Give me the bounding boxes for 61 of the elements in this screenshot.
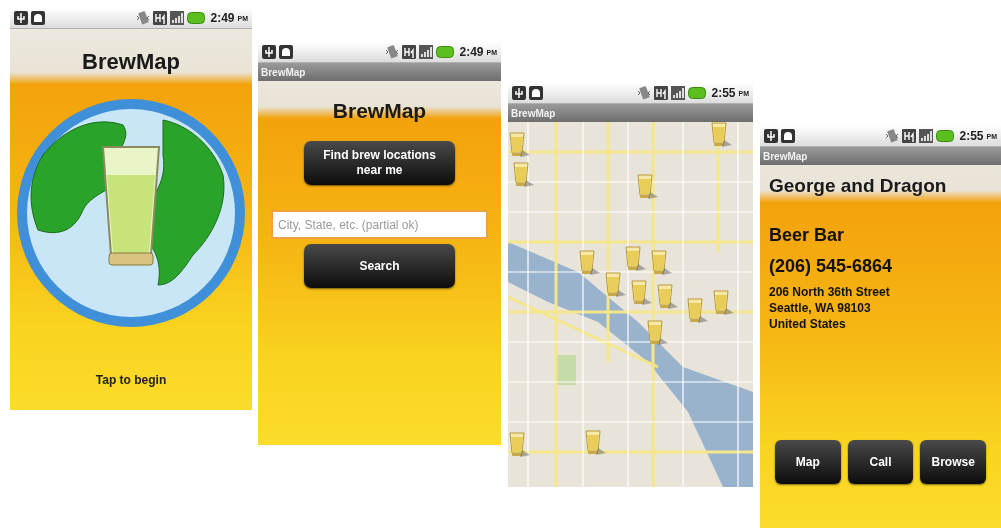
venue-name: George and Dragon [769, 174, 947, 199]
usb-icon [512, 86, 526, 100]
search-button[interactable]: Search [304, 244, 455, 288]
address-line: Seattle, WA 98103 [769, 300, 872, 316]
beer-glass-marker-icon[interactable] [630, 280, 654, 306]
signal-icon [919, 129, 934, 143]
usb-icon [764, 129, 778, 143]
notification-icon [781, 129, 795, 143]
action-button[interactable]: Map [775, 440, 841, 484]
clock-time: 2:55 [959, 128, 984, 145]
beer-glass-marker-icon[interactable] [584, 430, 608, 456]
beer-glass-marker-icon[interactable] [512, 162, 536, 188]
network-icon [153, 11, 168, 25]
beer-glass-marker-icon[interactable] [710, 122, 734, 148]
beer-glass-marker-icon[interactable] [636, 174, 660, 200]
action-button[interactable]: Browse [920, 440, 986, 484]
beer-glass-marker-icon[interactable] [508, 432, 532, 458]
phone-number: (206) 545-6864 [769, 255, 894, 278]
tap-to-begin-text: Tap to begin [95, 372, 167, 389]
address-line: United States [769, 316, 847, 332]
window-title: BrewMap [261, 65, 306, 80]
address-line: 206 North 36th Street [769, 284, 891, 300]
vibrate-icon [885, 129, 900, 143]
battery-icon [436, 46, 455, 58]
network-icon [654, 86, 669, 100]
notification-icon [529, 86, 543, 100]
beer-glass-marker-icon[interactable] [686, 298, 710, 324]
vibrate-icon [136, 11, 151, 25]
app-title: BrewMap [332, 98, 427, 125]
beer-glass-marker-icon[interactable] [656, 284, 680, 310]
signal-icon [671, 86, 686, 100]
search-field[interactable]: City, State, etc. (partial ok) [271, 210, 488, 239]
beer-glass-marker-icon[interactable] [604, 272, 628, 298]
action-button[interactable]: Call [847, 440, 914, 484]
clock-time: 2:49 [459, 44, 484, 61]
window-title: BrewMap [763, 149, 808, 164]
clock-time: 2:55 [711, 85, 736, 102]
beer-glass-marker-icon[interactable] [624, 246, 648, 272]
app-title: BrewMap [82, 47, 180, 76]
battery-icon [688, 87, 707, 99]
network-icon [902, 129, 917, 143]
window-title: BrewMap [511, 106, 556, 121]
vibrate-icon [385, 45, 400, 59]
battery-icon [936, 130, 955, 142]
clock-time: 2:49 [210, 10, 235, 27]
beer-glass-marker-icon[interactable] [578, 250, 602, 276]
beer-glass-marker-icon[interactable] [508, 132, 532, 158]
beer-glass-marker-icon[interactable] [712, 290, 736, 316]
usb-icon [14, 11, 28, 25]
beer-glass-marker-icon[interactable] [646, 320, 670, 346]
venue-type: Beer Bar [769, 224, 846, 246]
battery-icon [187, 12, 206, 24]
find-nearby-button[interactable]: Find brew locations near me [304, 141, 455, 185]
usb-icon [262, 45, 276, 59]
signal-icon [419, 45, 434, 59]
network-icon [402, 45, 417, 59]
notification-icon [31, 11, 45, 25]
notification-icon [279, 45, 293, 59]
beer-glass-marker-icon[interactable] [650, 250, 674, 276]
vibrate-icon [637, 86, 652, 100]
signal-icon [170, 11, 185, 25]
